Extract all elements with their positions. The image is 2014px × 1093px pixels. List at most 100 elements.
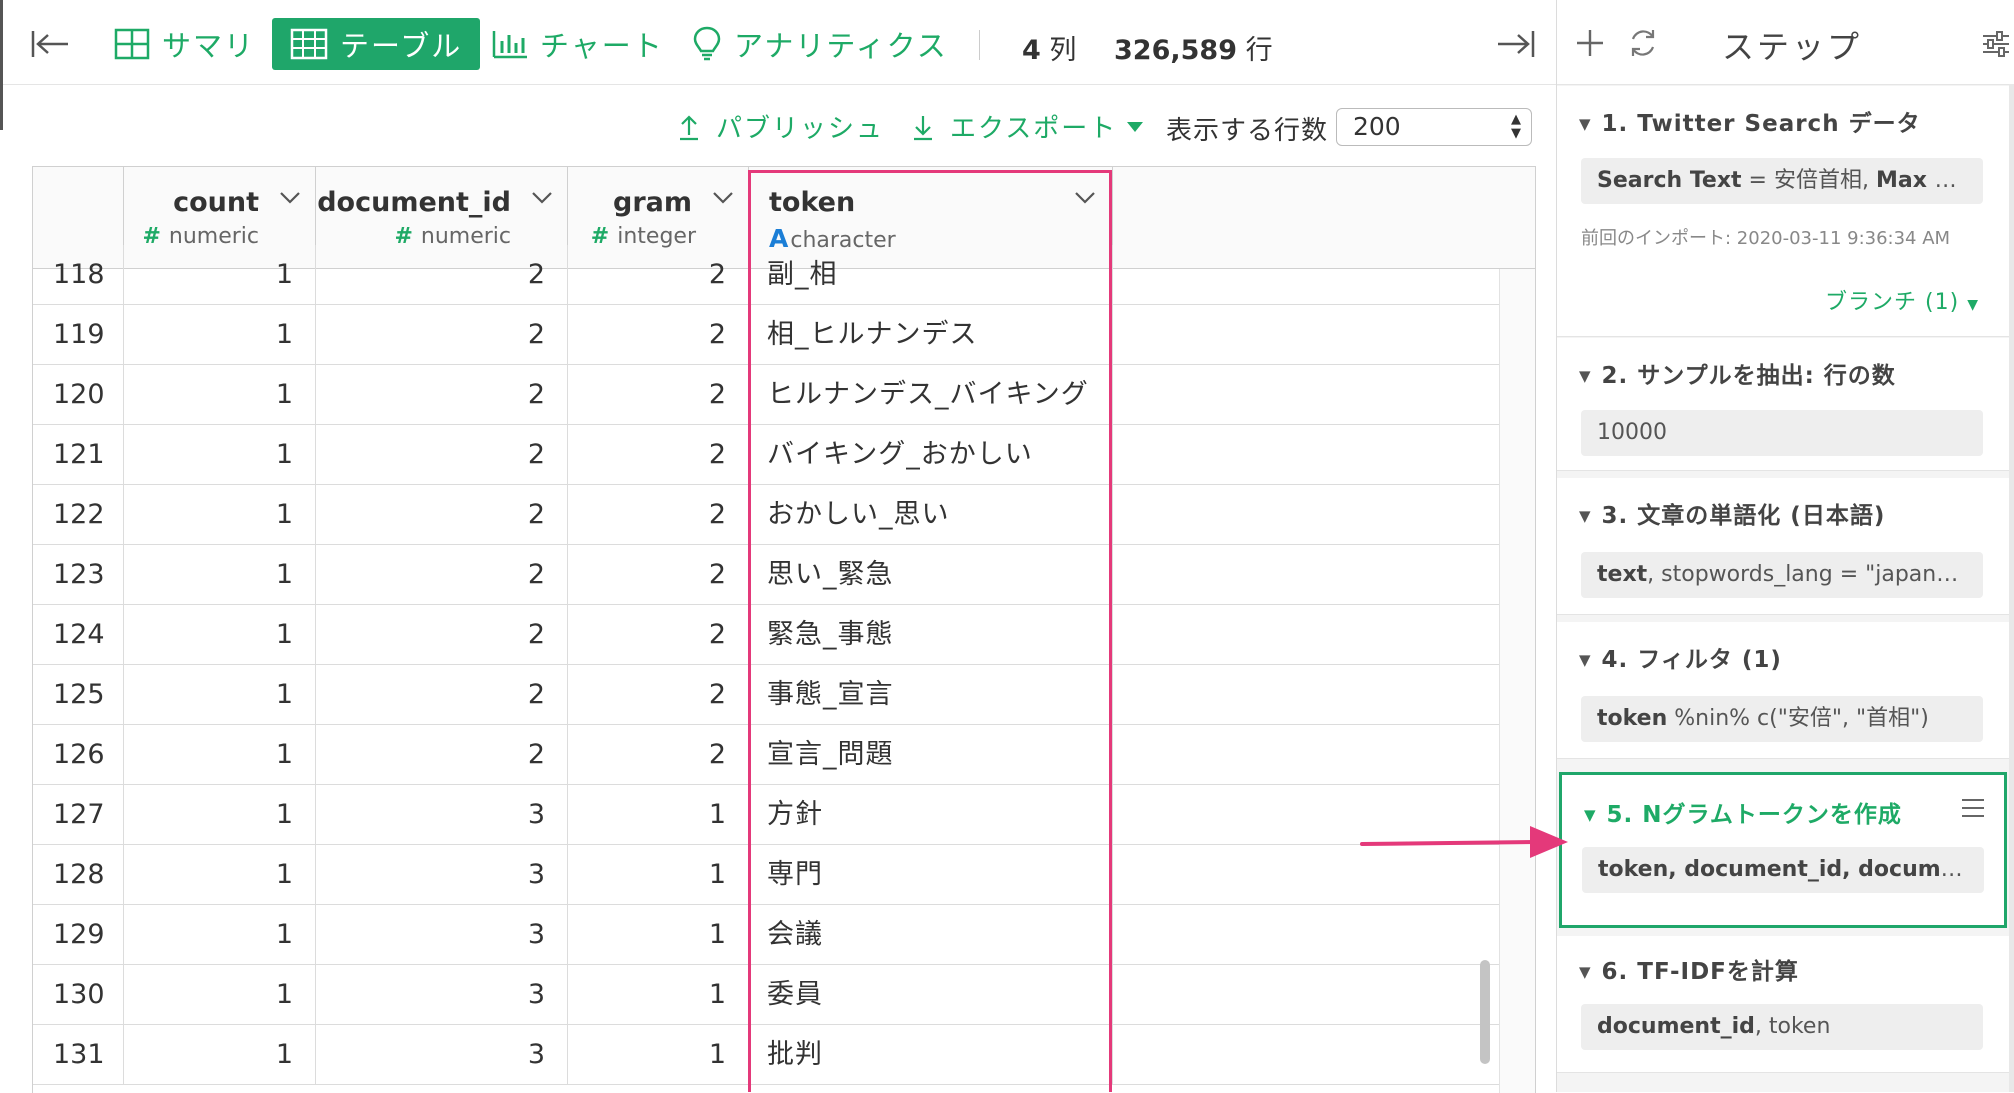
- cell-document-id: 2: [316, 665, 568, 725]
- cell-token: 副_相: [749, 245, 1113, 305]
- table-row: 119 1 2 2 相_ヒルナンデス: [33, 305, 1535, 365]
- step-card-3[interactable]: ▼ 3. 文章の単語化 (日本語) text, stopwords_lang = …: [1557, 478, 2009, 615]
- row-number: 118: [33, 245, 124, 305]
- cell-count: 1: [124, 365, 316, 425]
- table-row: 126 1 2 2 宣言_問題: [33, 725, 1535, 785]
- cell-count: 1: [124, 245, 316, 305]
- data-view-pane: サマリ テーブル チャート アナリティクス 4 列 326,589 行 パブリッ…: [0, 0, 1556, 1093]
- column-name: count: [173, 187, 259, 218]
- column-name: document_id: [317, 187, 511, 218]
- cell-gram: 2: [568, 665, 749, 725]
- cell-count: 1: [124, 605, 316, 665]
- cell-document-id: 3: [316, 845, 568, 905]
- cell-gram: 2: [568, 305, 749, 365]
- cell-count: 1: [124, 845, 316, 905]
- tab-table[interactable]: テーブル: [272, 18, 481, 70]
- step-card-6[interactable]: ▼ 6. TF-IDFを計算 document_id, token: [1557, 936, 2009, 1073]
- cell-gram: 2: [568, 365, 749, 425]
- tab-table-label: テーブル: [340, 29, 463, 63]
- cell-count: 1: [124, 305, 316, 365]
- row-number: 122: [33, 485, 124, 545]
- step-card-1[interactable]: ▼ 1. Twitter Search データ Search Text = 安倍首…: [1557, 86, 2009, 337]
- cell-document-id: 2: [316, 425, 568, 485]
- table-row: 124 1 2 2 緊急_事態: [33, 605, 1535, 665]
- step-body: 10000: [1581, 410, 1983, 456]
- branch-dropdown[interactable]: ブランチ (1) ▼: [1825, 284, 1979, 316]
- data-table: count # numeric document_id # numeric gram…: [32, 166, 1536, 1093]
- row-number: 121: [33, 425, 124, 485]
- cell-document-id: 3: [316, 965, 568, 1025]
- step-body: token %nin% c("安倍", "首相"): [1581, 696, 1983, 742]
- cell-count: 1: [124, 545, 316, 605]
- step-title: ▼ 4. フィルタ (1): [1579, 647, 1782, 673]
- cell-gram: 1: [568, 905, 749, 965]
- settings-sliders-icon[interactable]: [1981, 30, 2011, 58]
- column-name: gram: [613, 187, 692, 218]
- chevron-down-icon[interactable]: [1074, 191, 1096, 205]
- cell-gram: 2: [568, 425, 749, 485]
- menu-icon[interactable]: [1962, 799, 1984, 823]
- cell-token: 事態_宣言: [749, 665, 1113, 725]
- refresh-icon[interactable]: [1627, 27, 1659, 59]
- cell-gram: 2: [568, 245, 749, 305]
- table-row: 131 1 3 1 批判: [33, 1025, 1535, 1085]
- publish-button[interactable]: パブリッシュ: [678, 108, 884, 145]
- row-number: 119: [33, 305, 124, 365]
- cell-count: 1: [124, 725, 316, 785]
- tab-analytics[interactable]: アナリティクス: [692, 18, 948, 70]
- download-icon: [914, 115, 932, 140]
- chevron-down-icon[interactable]: [712, 191, 734, 205]
- step-title: ▼ 2. サンプルを抽出: 行の数: [1579, 363, 1896, 389]
- cell-document-id: 3: [316, 1025, 568, 1085]
- tab-chart[interactable]: チャート: [492, 18, 664, 70]
- rows-to-show-select[interactable]: 200 ▲ ▼: [1336, 108, 1532, 146]
- plus-icon[interactable]: [1575, 28, 1605, 58]
- cell-gram: 2: [568, 545, 749, 605]
- collapse-right-icon[interactable]: [1496, 18, 1536, 70]
- row-number: 120: [33, 365, 124, 425]
- rows-to-show-value: 200: [1353, 112, 1401, 141]
- collapse-left-icon[interactable]: [30, 18, 70, 70]
- cell-document-id: 2: [316, 725, 568, 785]
- cell-document-id: 2: [316, 485, 568, 545]
- row-number: 129: [33, 905, 124, 965]
- cell-gram: 2: [568, 725, 749, 785]
- cell-gram: 1: [568, 785, 749, 845]
- cell-count: 1: [124, 425, 316, 485]
- column-name: token: [769, 187, 856, 218]
- publish-label: パブリッシュ: [716, 114, 885, 144]
- steps-pane: ステップ ▼ 1. Twitter Search データ Search Text …: [1556, 0, 2014, 1092]
- table-row: 128 1 3 1 専門: [33, 845, 1535, 905]
- cell-token: おかしい_思い: [749, 485, 1113, 545]
- cell-document-id: 3: [316, 905, 568, 965]
- row-number: 126: [33, 725, 124, 785]
- cell-token: 方針: [749, 785, 1113, 845]
- step-card-4[interactable]: ▼ 4. フィルタ (1) token %nin% c("安倍", "首相"): [1557, 622, 2009, 759]
- stepper-icon: ▲ ▼: [1511, 112, 1521, 141]
- step-card-5[interactable]: ▼ 5. Nグラムトークンを作成 token, document_id, docu…: [1559, 772, 2007, 928]
- table-row: 118 1 2 2 副_相: [33, 245, 1535, 305]
- bar-chart-icon: [492, 31, 527, 59]
- step-body: text, stopwords_lang = "japanese": [1581, 552, 1983, 598]
- chevron-down-icon[interactable]: [279, 191, 301, 205]
- window-edge: [0, 0, 3, 130]
- cell-document-id: 2: [316, 245, 568, 305]
- cell-gram: 1: [568, 965, 749, 1025]
- tab-summary[interactable]: サマリ: [114, 18, 255, 70]
- chevron-down-icon[interactable]: [531, 191, 553, 205]
- rows-to-show-label: 表示する行数: [1166, 116, 1329, 146]
- steps-scrollbar[interactable]: [2009, 84, 2014, 1092]
- steps-title: ステップ: [1722, 28, 1863, 66]
- cell-token: 専門: [749, 845, 1113, 905]
- table-row: 130 1 3 1 委員: [33, 965, 1535, 1025]
- step-body: document_id, token: [1581, 1004, 1983, 1050]
- step-card-2[interactable]: ▼ 2. サンプルを抽出: 行の数 10000: [1557, 338, 2009, 471]
- cell-token: 宣言_問題: [749, 725, 1113, 785]
- table-row: 121 1 2 2 バイキング_おかしい: [33, 425, 1535, 485]
- table-scrollbar-thumb[interactable]: [1480, 960, 1490, 1064]
- cell-gram: 2: [568, 605, 749, 665]
- export-button[interactable]: エクスポート: [912, 108, 1144, 145]
- table-scrollbar[interactable]: [1499, 269, 1535, 1093]
- cell-document-id: 2: [316, 545, 568, 605]
- caret-down-icon: ▼: [1967, 297, 1979, 313]
